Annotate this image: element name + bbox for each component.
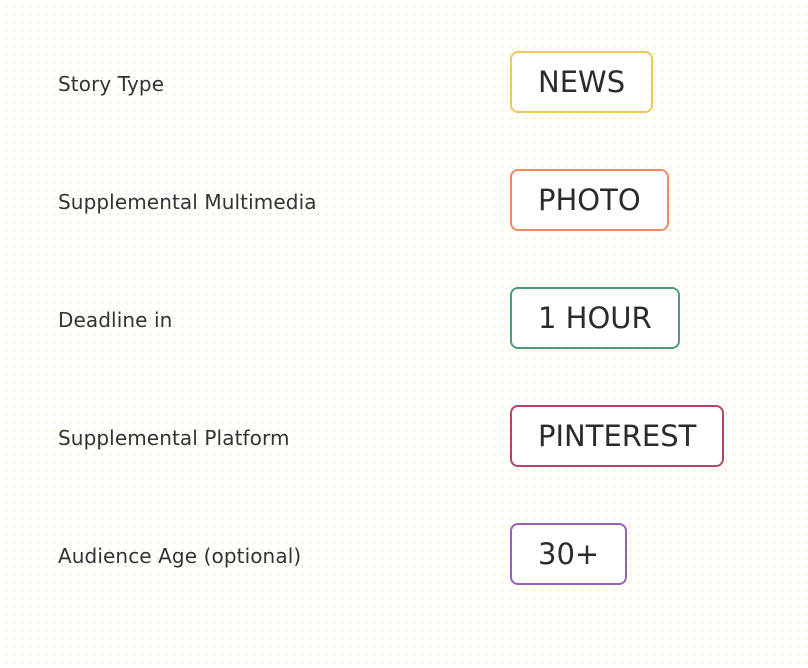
supplemental-platform-label: Supplemental Platform — [58, 426, 290, 450]
supplemental-platform-button[interactable]: PINTEREST — [510, 405, 725, 467]
field-row-supplemental-platform: Supplemental Platform PINTEREST — [0, 405, 808, 471]
field-row-audience-age: Audience Age (optional) 30+ — [0, 523, 808, 589]
deadline-button[interactable]: 1 HOUR — [510, 287, 680, 349]
field-row-story-type: Story Type NEWS — [0, 51, 808, 117]
audience-age-label: Audience Age (optional) — [58, 544, 302, 568]
deadline-label: Deadline in — [58, 308, 173, 332]
supplemental-multimedia-label: Supplemental Multimedia — [58, 190, 317, 214]
field-row-supplemental-multimedia: Supplemental Multimedia PHOTO — [0, 169, 808, 235]
supplemental-multimedia-button[interactable]: PHOTO — [510, 169, 669, 231]
audience-age-button[interactable]: 30+ — [510, 523, 628, 585]
story-type-label: Story Type — [58, 72, 165, 96]
story-type-button[interactable]: NEWS — [510, 51, 654, 113]
field-row-deadline: Deadline in 1 HOUR — [0, 287, 808, 353]
